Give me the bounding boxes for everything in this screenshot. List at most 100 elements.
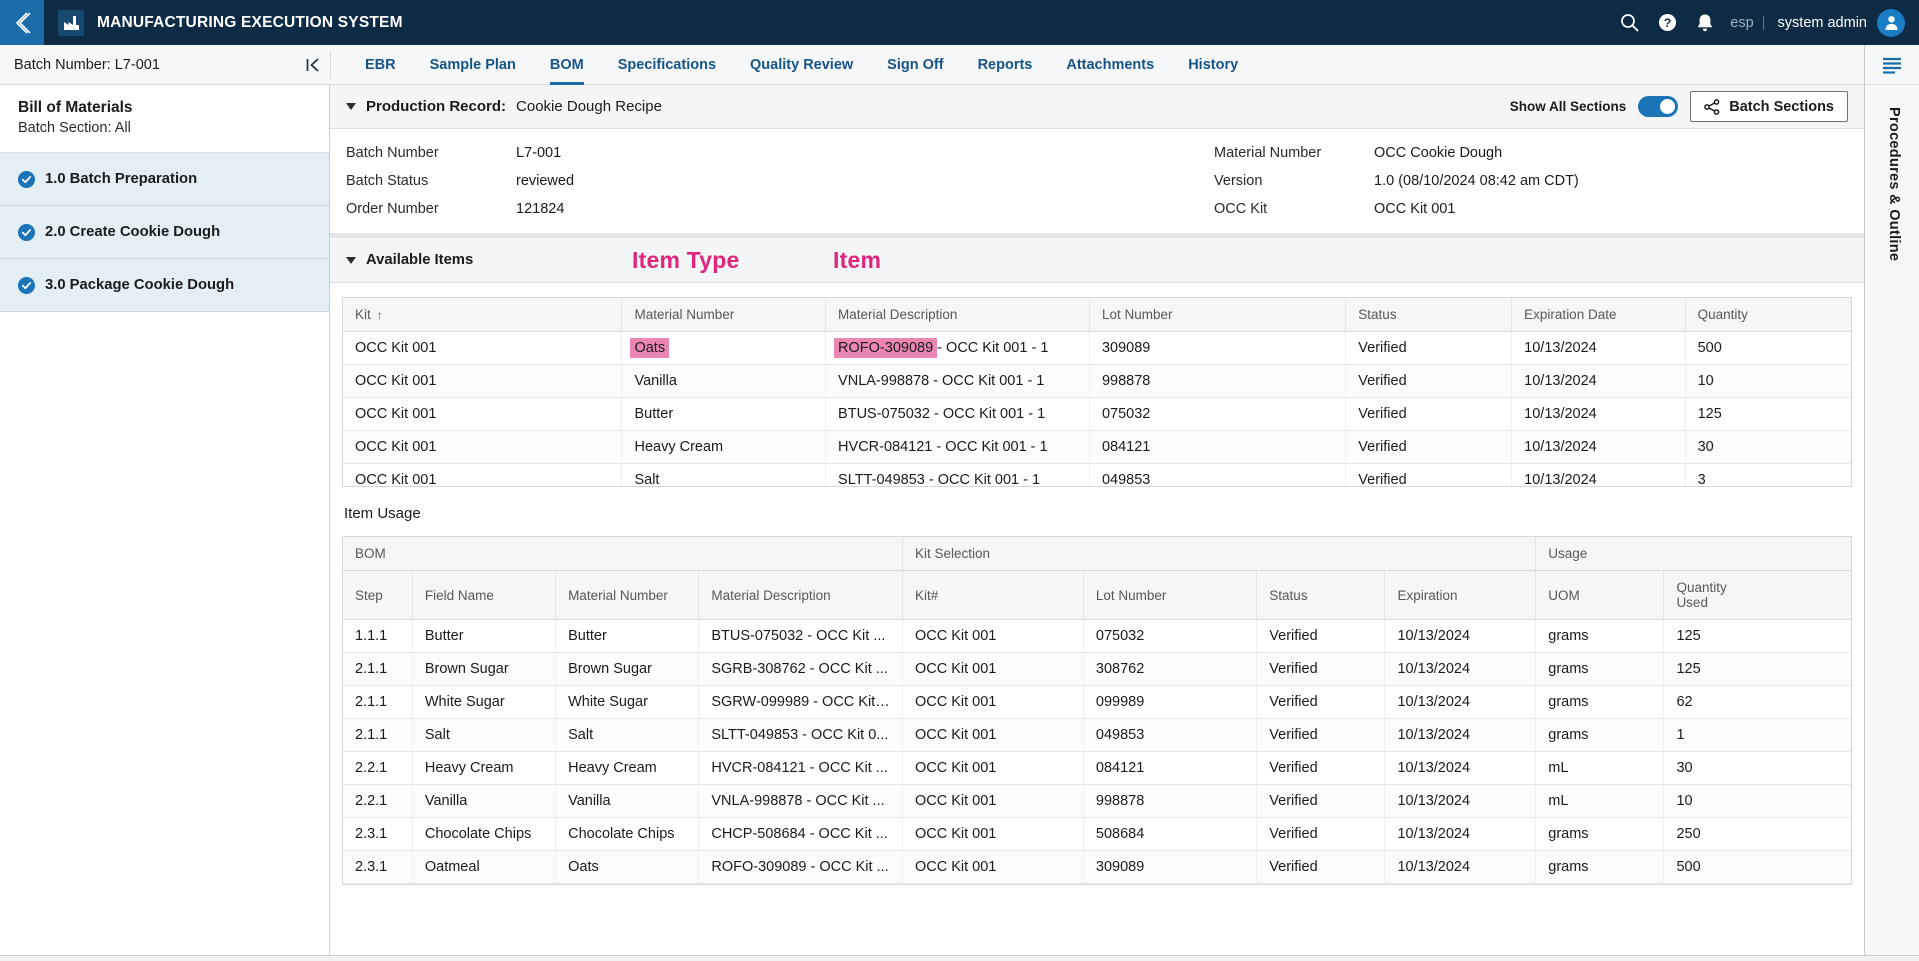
production-record-value: Cookie Dough Recipe bbox=[516, 98, 662, 115]
annotation-item-type: Item Type bbox=[632, 247, 740, 273]
sidebar-item-label: 1.0 Batch Preparation bbox=[45, 171, 198, 187]
check-circle-icon bbox=[18, 276, 35, 294]
table-row[interactable]: 2.1.1 Brown Sugar Brown Sugar SGRB-30876… bbox=[343, 652, 1851, 686]
cell-lot-number: 084121 bbox=[1088, 430, 1346, 464]
col-kit[interactable]: Kit ↑ bbox=[343, 298, 622, 332]
group-usage: Usage bbox=[1535, 537, 1851, 571]
col-quantity-used[interactable]: Quantity Used bbox=[1663, 570, 1851, 620]
field-key: Batch Status bbox=[346, 173, 429, 189]
col-status[interactable]: Status bbox=[1256, 570, 1385, 620]
col-expiration[interactable]: Expiration bbox=[1384, 570, 1536, 620]
table-row[interactable]: 2.2.1 Vanilla Vanilla VNLA-998878 - OCC … bbox=[343, 784, 1851, 818]
help-button[interactable]: ? bbox=[1648, 0, 1686, 45]
cell-expiration: 10/13/2024 bbox=[1511, 397, 1686, 431]
col-field-name[interactable]: Field Name bbox=[411, 570, 556, 620]
collapse-sidebar-button[interactable] bbox=[300, 45, 326, 85]
table-row[interactable]: OCC Kit 001 Salt SLTT-049853 - OCC Kit 0… bbox=[343, 463, 1851, 487]
tab-sign-off[interactable]: Sign Off bbox=[870, 45, 960, 85]
bottom-bar bbox=[0, 955, 1919, 961]
tab-quality-review[interactable]: Quality Review bbox=[733, 45, 870, 85]
cell-quantity-used: 125 bbox=[1663, 652, 1851, 686]
cell-uom: grams bbox=[1535, 718, 1664, 752]
col-status[interactable]: Status bbox=[1345, 298, 1512, 332]
cell-step: 1.1.1 bbox=[343, 619, 413, 653]
item-usage-title: Item Usage bbox=[344, 505, 421, 522]
group-kit-selection: Kit Selection bbox=[901, 537, 1536, 571]
tab-history[interactable]: History bbox=[1171, 45, 1255, 85]
item-usage-table-wrapper[interactable]: BOM Kit Selection Usage Step Field Name … bbox=[342, 536, 1852, 885]
cell-quantity-used: 125 bbox=[1663, 619, 1851, 653]
caret-down-icon[interactable] bbox=[346, 103, 356, 110]
cell-uom: grams bbox=[1535, 619, 1664, 653]
language-selector[interactable]: esp bbox=[1730, 15, 1753, 31]
svg-text:?: ? bbox=[1663, 16, 1671, 30]
col-material-number[interactable]: Material Number bbox=[621, 298, 826, 332]
sidebar-item-batch-preparation[interactable]: 1.0 Batch Preparation bbox=[0, 153, 329, 206]
table-row[interactable]: OCC Kit 001 Vanilla VNLA-998878 - OCC Ki… bbox=[343, 364, 1851, 398]
qty-used-line1: Quantity bbox=[1676, 580, 1727, 595]
notifications-button[interactable] bbox=[1686, 0, 1724, 45]
username-label[interactable]: system admin bbox=[1778, 15, 1867, 31]
table-row[interactable]: OCC Kit 001 Heavy Cream HVCR-084121 - OC… bbox=[343, 430, 1851, 464]
table-row[interactable]: 2.1.1 Salt Salt SLTT-049853 - OCC Kit 0.… bbox=[343, 718, 1851, 752]
cell-kit: OCC Kit 001 bbox=[343, 463, 622, 486]
procedures-outline-label[interactable]: Procedures & Outline bbox=[1882, 107, 1902, 261]
search-button[interactable] bbox=[1610, 0, 1648, 45]
col-quantity[interactable]: Quantity bbox=[1684, 298, 1851, 332]
col-step[interactable]: Step bbox=[343, 570, 413, 620]
annotation-item: Item bbox=[833, 247, 882, 273]
cell-lot-number: 049853 bbox=[1082, 718, 1257, 752]
col-material-description[interactable]: Material Description bbox=[698, 570, 903, 620]
sidebar-title: Bill of Materials bbox=[18, 99, 133, 116]
tab-ebr[interactable]: EBR bbox=[348, 45, 413, 85]
back-button[interactable] bbox=[0, 0, 44, 45]
cell-material-number: Vanilla bbox=[621, 364, 826, 398]
procedures-outline-toggle[interactable] bbox=[1865, 45, 1919, 85]
cell-step: 2.1.1 bbox=[343, 718, 413, 752]
cell-status: Verified bbox=[1256, 718, 1385, 752]
sidebar-item-package-cookie-dough[interactable]: 3.0 Package Cookie Dough bbox=[0, 259, 329, 312]
show-all-sections-label: Show All Sections bbox=[1509, 99, 1627, 114]
table-row[interactable]: OCC Kit 001 Oats ROFO-309089 - OCC Kit 0… bbox=[343, 331, 1851, 365]
field-key: OCC Kit bbox=[1214, 201, 1268, 217]
tab-reports[interactable]: Reports bbox=[961, 45, 1050, 85]
desc-rest: - OCC Kit 001 - 1 bbox=[924, 472, 1041, 487]
show-all-sections-toggle[interactable] bbox=[1638, 96, 1679, 117]
cell-lot-number: 084121 bbox=[1082, 751, 1257, 785]
table-row[interactable]: 2.3.1 Chocolate Chips Chocolate Chips CH… bbox=[343, 817, 1851, 851]
sidebar-item-create-cookie-dough[interactable]: 2.0 Create Cookie Dough bbox=[0, 206, 329, 259]
table-row[interactable]: 2.3.1 Oatmeal Oats ROFO-309089 - OCC Kit… bbox=[343, 850, 1851, 884]
table-row[interactable]: 2.2.1 Heavy Cream Heavy Cream HVCR-08412… bbox=[343, 751, 1851, 785]
table-row[interactable]: OCC Kit 001 Butter BTUS-075032 - OCC Kit… bbox=[343, 397, 1851, 431]
cell-expiration: 10/13/2024 bbox=[1384, 619, 1536, 653]
table-row[interactable]: 2.1.1 White Sugar White Sugar SGRW-09998… bbox=[343, 685, 1851, 719]
col-uom[interactable]: UOM bbox=[1535, 570, 1664, 620]
avatar[interactable] bbox=[1877, 8, 1905, 37]
field-value: 121824 bbox=[516, 201, 565, 217]
tab-attachments[interactable]: Attachments bbox=[1049, 45, 1171, 85]
cell-quantity: 500 bbox=[1684, 331, 1851, 365]
cell-uom: mL bbox=[1535, 751, 1664, 785]
col-lot-number[interactable]: Lot Number bbox=[1082, 570, 1257, 620]
cell-material-number: Butter bbox=[621, 397, 826, 431]
top-header-bar: MANUFACTURING EXECUTION SYSTEM ? esp | s… bbox=[0, 0, 1919, 45]
caret-down-icon[interactable] bbox=[346, 256, 356, 264]
col-expiration-date[interactable]: Expiration Date bbox=[1511, 298, 1686, 332]
available-items-table-wrapper[interactable]: Kit ↑ Material Number Material Descriptio… bbox=[342, 297, 1852, 487]
tab-bom[interactable]: BOM bbox=[533, 45, 601, 85]
bell-icon bbox=[1698, 14, 1713, 31]
tab-specifications[interactable]: Specifications bbox=[601, 45, 733, 85]
batch-sections-button[interactable]: Batch Sections bbox=[1690, 91, 1848, 122]
table-row[interactable]: 1.1.1 Butter Butter BTUS-075032 - OCC Ki… bbox=[343, 619, 1851, 653]
cell-kit: OCC Kit 001 bbox=[343, 364, 622, 398]
col-kit-number[interactable]: Kit# bbox=[901, 570, 1084, 620]
cell-kit: OCC Kit 001 bbox=[343, 430, 622, 464]
cell-expiration: 10/13/2024 bbox=[1511, 463, 1686, 486]
tab-sample-plan[interactable]: Sample Plan bbox=[413, 45, 533, 85]
col-material-number[interactable]: Material Number bbox=[555, 570, 699, 620]
col-material-description[interactable]: Material Description bbox=[825, 298, 1090, 332]
cell-field-name: White Sugar bbox=[411, 685, 556, 719]
table-header-row: Step Field Name Material Number Material… bbox=[343, 570, 1851, 620]
col-lot-number[interactable]: Lot Number bbox=[1088, 298, 1346, 332]
sidebar-header: Bill of Materials Batch Section: All bbox=[0, 85, 329, 153]
